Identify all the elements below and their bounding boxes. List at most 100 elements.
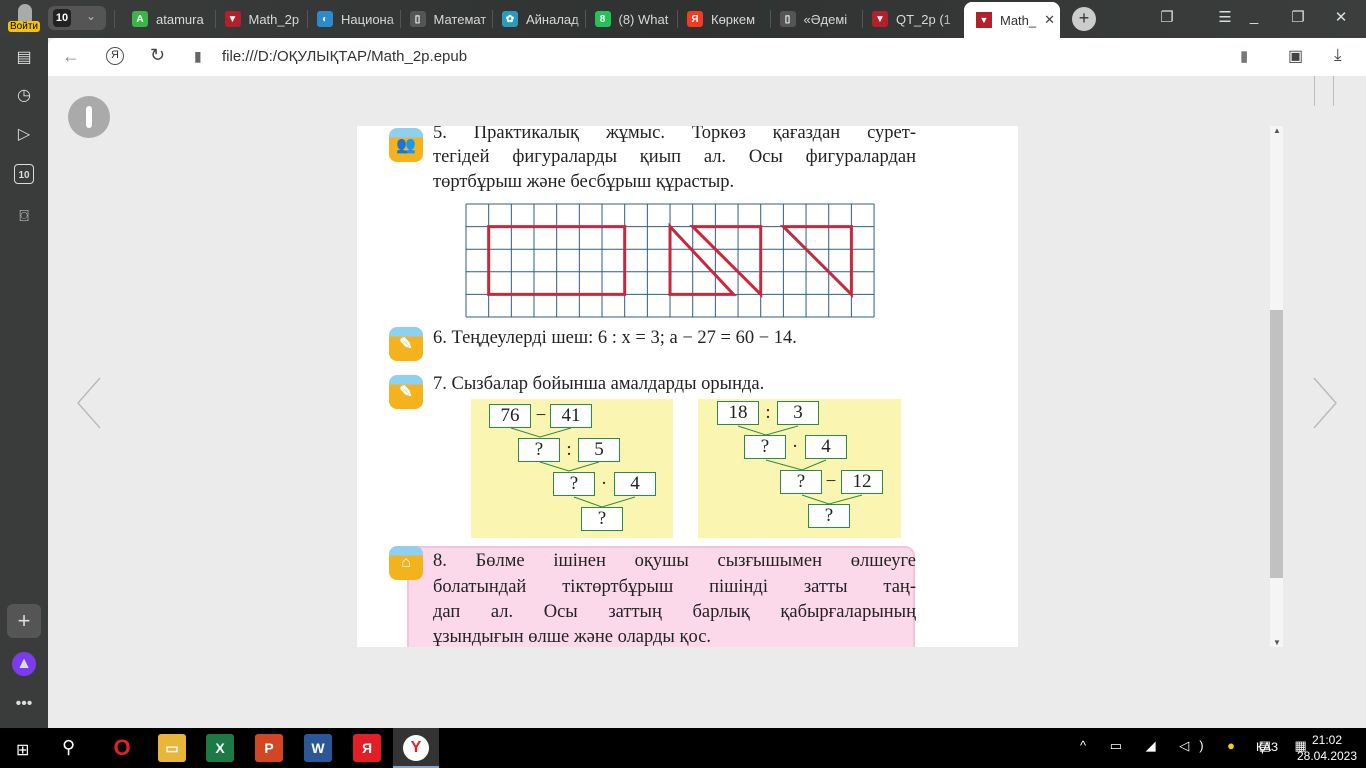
tab-label: Math_2p <box>248 11 300 27</box>
menu-icon[interactable]: ☰ <box>1213 8 1237 26</box>
address-bar: ← Я ↻ ▮ file:///D:/ОҚУЛЫҚТАР/Math_2p.epu… <box>48 38 1366 76</box>
reload-icon[interactable]: ↻ <box>150 45 165 66</box>
pair-work-icon: 👥 <box>389 128 423 162</box>
task5-line: тегідей фигураларды қиып ал. Осы фигурал… <box>433 147 916 167</box>
scrollbar[interactable]: ▲ ▼ <box>1270 126 1283 647</box>
screenshot-icon[interactable]: ⌼ <box>12 205 36 229</box>
answer-box[interactable]: ? <box>553 472 595 496</box>
epub-icon: ▼ <box>976 12 992 28</box>
sidebar: ▤ ◷ ▷ 10 ⌼ + ▲ ••• <box>0 38 48 728</box>
tab-favicon-icon: ✿ <box>502 11 518 27</box>
minimize-button[interactable]: _ <box>1242 8 1266 25</box>
tab[interactable]: ✿ Айналад <box>502 6 590 32</box>
scrollbar-thumb[interactable] <box>1270 310 1283 578</box>
tab-label: Айналад <box>526 11 579 27</box>
bookmark-icon[interactable]: ▮ <box>1240 47 1248 65</box>
next-page-button[interactable] <box>1310 376 1338 430</box>
operator: · <box>600 473 608 494</box>
chevron-down-icon: ⌄ <box>86 9 97 23</box>
tab-label: Национа <box>341 11 394 27</box>
bookmark-ribbon-icon[interactable] <box>1314 76 1334 106</box>
profile-button[interactable]: Войти <box>8 4 40 34</box>
number-box: 5 <box>578 438 620 462</box>
tab-label: QT_2p (1 <box>896 11 951 27</box>
language-indicator[interactable]: ҚАЗ <box>1256 740 1278 754</box>
windows-start-icon[interactable]: ⊞ <box>16 740 29 760</box>
url-field[interactable]: file:///D:/ОҚУЛЫҚТАР/Math_2p.epub <box>222 48 467 65</box>
tab-favicon-icon: ▯ <box>409 11 426 27</box>
tab-label: Математ <box>433 11 487 27</box>
tab[interactable]: Aatamura <box>132 6 220 32</box>
answer-box[interactable]: ? <box>780 470 822 494</box>
tab[interactable]: ◐ Национа <box>317 6 405 32</box>
task7-text: 7. Сызбалар бойынша амалдарды орында. <box>433 374 765 394</box>
grid-figures <box>465 203 875 318</box>
restore-button[interactable]: ❐ <box>1286 8 1310 26</box>
number-box: 76 <box>489 404 531 428</box>
tab[interactable]: ▼ Math_2p <box>224 6 313 32</box>
tab-groups-button[interactable]: 10 ⌄ <box>48 6 106 30</box>
task8-line: ұзындығын өлше және оларды қос. <box>433 627 712 647</box>
answer-box[interactable]: ? <box>518 438 560 462</box>
word-icon[interactable]: W <box>304 734 332 762</box>
tab-favicon-icon: Я <box>687 11 703 27</box>
number-box: 12 <box>841 470 883 494</box>
tray-icons[interactable]: ^ ▭ ◢ ◁) ● ▤ ▦ <box>1080 738 1317 754</box>
close-window-button[interactable]: ✕ <box>1329 8 1353 26</box>
clock[interactable]: 21:02 28.04.2023 <box>1296 732 1358 764</box>
tab-label: atamura <box>156 11 204 27</box>
play-icon[interactable]: ▷ <box>12 123 36 147</box>
more-icon[interactable]: ••• <box>12 692 36 716</box>
alice-icon[interactable]: ▲ <box>12 652 36 676</box>
tab-favicon-icon: ▯ <box>779 11 796 27</box>
tab-active[interactable]: ▼ Math_ ✕ <box>964 2 1060 38</box>
search-icon[interactable]: ⚲ <box>62 737 75 758</box>
yandex-icon[interactable]: Я <box>106 47 124 65</box>
pause-button[interactable] <box>68 96 110 138</box>
add-panel-button[interactable]: + <box>7 604 41 638</box>
file-icon: ▮ <box>194 48 202 64</box>
yandex-app-icon[interactable]: Я <box>353 734 381 762</box>
time: 21:02 <box>1311 733 1343 747</box>
tab[interactable]: Я Көркем <box>687 6 775 32</box>
file-explorer-icon[interactable]: ▭ <box>158 734 186 762</box>
operator: : <box>765 402 771 423</box>
answer-box[interactable]: ? <box>581 507 623 531</box>
tab[interactable]: 8 (8) What <box>594 6 683 32</box>
opera-icon[interactable]: O <box>108 734 136 762</box>
operator: − <box>825 471 837 492</box>
download-icon[interactable]: ⤓ <box>1334 45 1342 65</box>
tab-count: 10 <box>53 9 71 27</box>
tab-label: «Әдемі <box>803 11 848 27</box>
history-icon[interactable]: ◷ <box>12 84 36 108</box>
operator: : <box>566 439 572 460</box>
tab[interactable]: ▼ QT_2p (1 <box>872 6 960 32</box>
collections-icon[interactable]: ▤ <box>12 46 36 70</box>
tab[interactable]: ▯ «Әдемі <box>779 6 868 32</box>
new-tab-button[interactable]: + <box>1072 7 1096 31</box>
answer-box[interactable]: ? <box>744 435 786 459</box>
tab-bar: Войти 10 ⌄ Aatamura ▼ Math_2p ◐ Национа ▯ Мате… <box>0 0 1366 38</box>
task8-line: болатындай тіктөртбұрыш пішінді затты та… <box>433 577 916 597</box>
powerpoint-icon[interactable]: P <box>255 734 283 762</box>
tab-count-icon[interactable]: 10 <box>14 164 34 184</box>
number-box: 4 <box>614 472 656 496</box>
task6-text: 6. Теңдеулерді шеш: 6 : x = 3; a − 27 = … <box>433 328 797 348</box>
reader-icon[interactable]: ▣ <box>1288 46 1303 66</box>
answer-box[interactable]: ? <box>808 504 850 528</box>
number-box: 41 <box>550 404 592 428</box>
back-icon[interactable]: ← <box>62 46 80 67</box>
close-icon[interactable]: ✕ <box>1044 12 1055 28</box>
diagram-left: 76 − 41 ? : 5 ? · 4 ? <box>471 399 673 538</box>
tab-favicon-icon: ▼ <box>872 11 888 27</box>
date: 28.04.2023 <box>1296 749 1358 763</box>
tab-label: Көркем <box>711 11 756 27</box>
prev-page-button[interactable] <box>76 376 104 430</box>
bookmarks-icon[interactable]: ❐ <box>1155 8 1179 26</box>
yandex-browser-taskbar[interactable]: Y <box>393 728 439 768</box>
excel-icon[interactable]: X <box>206 734 234 762</box>
home-icon: ⌂ <box>389 546 423 580</box>
tab-favicon-icon: 8 <box>594 11 611 27</box>
triangle-figure <box>779 225 853 299</box>
tab[interactable]: ▯ Математ <box>409 6 498 32</box>
